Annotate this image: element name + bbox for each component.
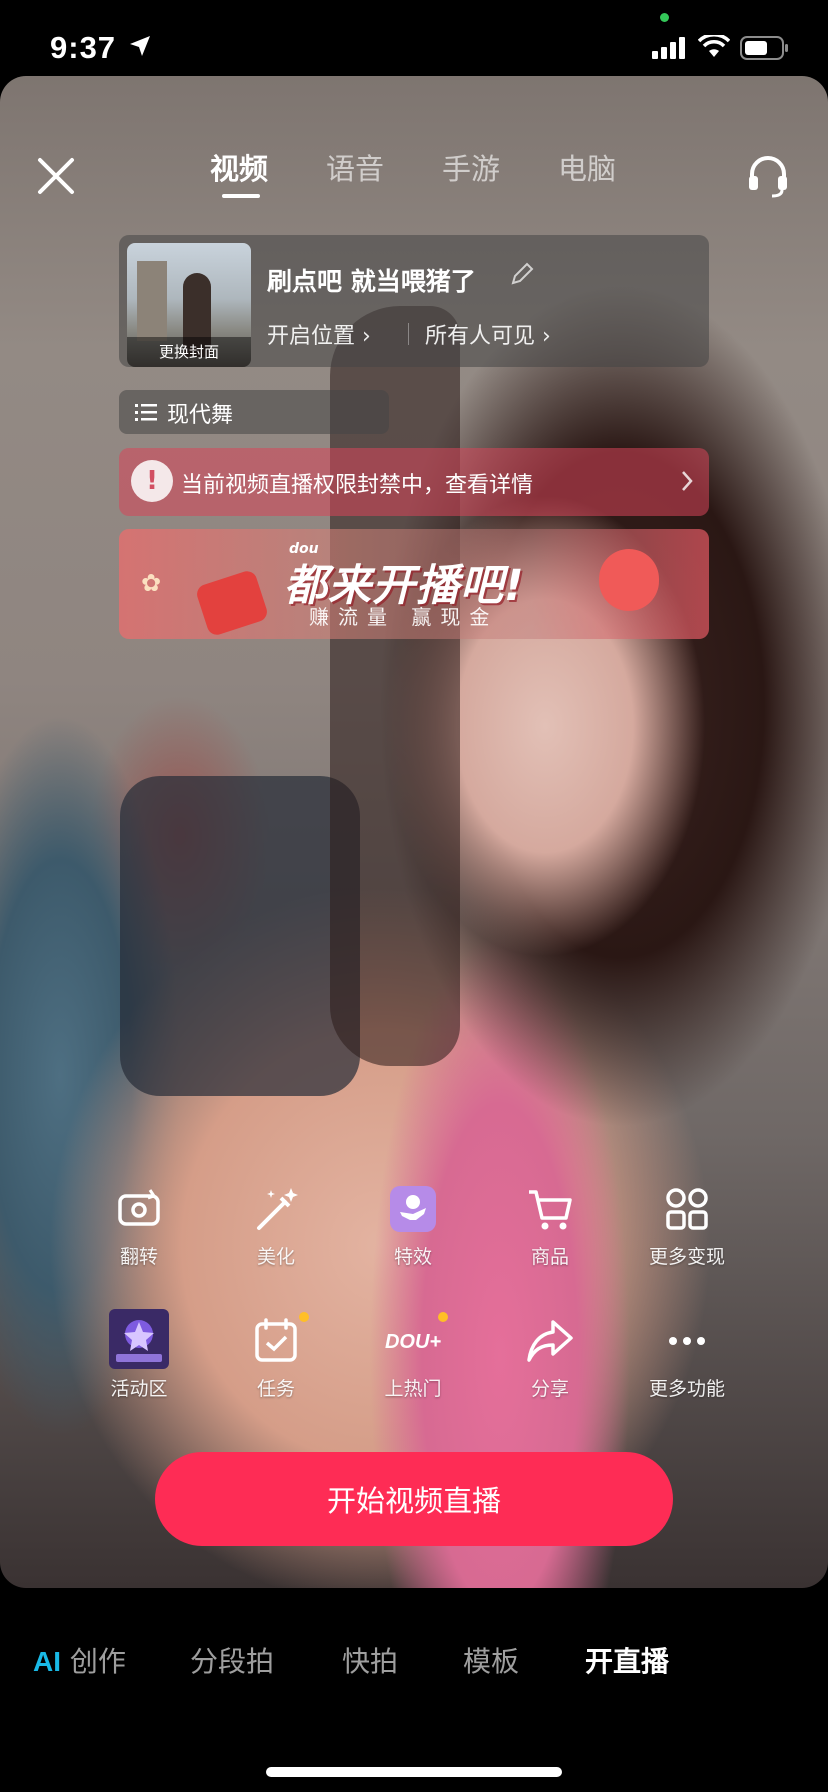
promo-banner[interactable]: ✿ dou 都来开播吧! 赚流量 赢现金	[119, 529, 709, 639]
status-time: 9:37	[50, 30, 117, 65]
tool-label: 活动区	[110, 1378, 168, 1400]
tool-beautify[interactable]: 美化	[207, 1184, 345, 1292]
change-cover-label: 更换封面	[127, 337, 251, 367]
battery-icon	[740, 36, 788, 60]
visibility-setting[interactable]: 所有人可见 ›	[425, 318, 551, 350]
card-divider	[408, 323, 409, 345]
status-bar: 9:37	[0, 0, 828, 76]
tab-mobile-game[interactable]: 手游	[442, 146, 500, 188]
cover-building	[137, 261, 167, 341]
tool-share[interactable]: 分享	[481, 1316, 619, 1424]
tool-label: 特效	[393, 1246, 432, 1268]
ban-alert[interactable]: ! 当前视频直播权限封禁中，查看详情	[119, 448, 709, 516]
tool-products[interactable]: 商品	[481, 1184, 619, 1292]
flip-camera-icon	[118, 1189, 160, 1226]
effects-icon	[390, 1186, 436, 1232]
mode-label: 创作	[69, 1645, 126, 1678]
live-info-card: 更换封面 刷点吧 就当喂猪了 开启位置 › 所有人可见 ›	[119, 235, 709, 367]
location-arrow-icon	[130, 36, 150, 56]
visibility-label: 所有人可见	[425, 324, 536, 349]
live-title[interactable]: 刷点吧 就当喂猪了	[267, 262, 476, 298]
tool-label: 上热门	[384, 1378, 442, 1400]
task-notification-dot	[299, 1312, 309, 1322]
tool-label: 更多功能	[648, 1378, 725, 1400]
dou-plus-text: DOU+	[385, 1331, 441, 1353]
ban-alert-text: 当前视频直播权限封禁中，查看详情	[181, 473, 534, 498]
tab-pc[interactable]: 电脑	[558, 146, 616, 188]
cover-thumbnail[interactable]: 更换封面	[127, 243, 251, 367]
edit-pencil-icon[interactable]	[509, 261, 535, 287]
category-chip[interactable]: 现代舞	[119, 390, 389, 434]
banner-subline: 赚流量 赢现金	[309, 605, 499, 629]
cellular-signal-icon	[652, 37, 685, 59]
promote-notification-dot	[438, 1312, 448, 1322]
wifi-icon	[698, 35, 730, 57]
tool-label: 更多变现	[648, 1246, 725, 1268]
tool-tasks[interactable]: 任务	[207, 1312, 345, 1424]
apps-grid-icon	[666, 1188, 708, 1230]
tab-voice[interactable]: 语音	[326, 146, 384, 188]
tool-label: 分享	[530, 1378, 569, 1400]
mode-ai-create[interactable]: AI 创作	[33, 1640, 126, 1680]
list-icon	[135, 404, 157, 421]
tool-effects[interactable]: 特效	[344, 1184, 482, 1292]
active-tab-underline	[222, 194, 260, 198]
dou-plus-icon: DOU+	[385, 1331, 441, 1353]
warning-icon: !	[131, 460, 173, 502]
mode-go-live[interactable]: 开直播	[585, 1640, 669, 1680]
tool-label: 翻转	[119, 1246, 158, 1268]
location-label: 开启位置	[267, 324, 356, 349]
flower-icon: ✿	[141, 569, 162, 597]
share-arrow-icon	[527, 1320, 573, 1362]
category-label: 现代舞	[167, 403, 234, 428]
task-calendar-icon	[255, 1318, 297, 1362]
event-badge-icon	[109, 1309, 169, 1369]
start-video-live-button[interactable]: 开始视频直播	[155, 1452, 673, 1546]
ticket-decoration	[194, 568, 270, 638]
mode-quick[interactable]: 快拍	[342, 1640, 398, 1680]
tab-video[interactable]: 视频	[210, 146, 268, 188]
tool-more-features[interactable]: 更多功能	[618, 1316, 756, 1424]
tool-more-monetize[interactable]: 更多变现	[618, 1184, 756, 1292]
chevron-right-icon	[682, 471, 693, 491]
mode-segment[interactable]: 分段拍	[190, 1640, 274, 1680]
tool-label: 任务	[256, 1378, 295, 1400]
tool-label: 商品	[530, 1246, 569, 1268]
background-pillow	[120, 776, 360, 1096]
capture-mode-bar: AI 创作 分段拍 快拍 模板 开直播	[0, 1640, 828, 1690]
tool-label: 美化	[256, 1246, 295, 1268]
mode-template[interactable]: 模板	[463, 1640, 519, 1680]
magic-wand-icon	[257, 1188, 298, 1230]
more-dots-icon	[669, 1337, 705, 1345]
close-icon[interactable]	[30, 150, 82, 202]
headset-support-icon[interactable]	[746, 152, 790, 200]
camera-preview: 视频 语音 手游 电脑 更换封面 刷点吧 就当喂猪了 开启位置 › 所有人可见 …	[0, 76, 828, 1588]
location-toggle[interactable]: 开启位置 ›	[267, 318, 371, 350]
tool-promote[interactable]: DOU+ 上热门	[344, 1312, 482, 1424]
ai-prefix: AI	[33, 1646, 61, 1677]
privacy-indicator-dot	[660, 13, 669, 22]
coin-decoration	[599, 549, 659, 611]
home-indicator[interactable]	[266, 1767, 562, 1777]
shopping-cart-icon	[529, 1190, 572, 1230]
tool-events[interactable]: 活动区	[70, 1309, 208, 1424]
tool-flip[interactable]: 翻转	[70, 1184, 208, 1292]
